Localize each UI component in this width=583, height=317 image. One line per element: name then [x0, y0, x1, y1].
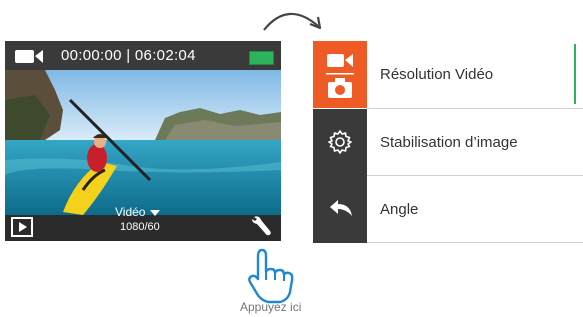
- menu-item-image-stabilization[interactable]: Stabilisation d’image: [313, 109, 583, 176]
- mode-dropdown[interactable]: Vidéo: [115, 205, 161, 219]
- divider: [367, 242, 583, 243]
- mode-label: Vidéo: [115, 205, 146, 219]
- menu-item-label: Stabilisation d’image: [380, 134, 518, 151]
- tap-hand-icon: [248, 248, 294, 304]
- recording-timer: 00:00:00 | 06:02:04: [61, 47, 196, 64]
- menu-tile: [313, 176, 367, 243]
- settings-menu: Résolution Vidéo Stabilisation d’image A…: [313, 41, 583, 243]
- control-bar: Vidéo 1080/60: [5, 205, 281, 241]
- caret-down-icon: [150, 209, 161, 216]
- tap-caption: Appuyez ici: [240, 300, 302, 314]
- playback-icon[interactable]: [11, 217, 33, 237]
- status-bar: 00:00:00 | 06:02:04: [5, 41, 281, 70]
- video-photo-icon: [326, 54, 354, 98]
- resolution-fps: 1080/60: [120, 221, 160, 233]
- wrench-icon[interactable]: [249, 213, 275, 239]
- back-arrow-icon: [330, 200, 352, 216]
- menu-tile: [313, 109, 367, 176]
- kayak-photo: [5, 70, 281, 215]
- battery-icon: [249, 51, 274, 65]
- curved-arrow-icon: [263, 12, 322, 31]
- menu-tile: [313, 41, 367, 108]
- menu-item-label: Angle: [380, 201, 419, 218]
- menu-item-video-resolution[interactable]: Résolution Vidéo: [313, 41, 583, 108]
- camera-preview-screen: 00:00:00 | 06:02:04 Vidéo 1080/60: [5, 41, 281, 241]
- menu-scrollbar[interactable]: [574, 44, 576, 104]
- menu-item-angle[interactable]: Angle: [313, 176, 583, 243]
- gear-icon: [328, 130, 352, 154]
- menu-item-label: Résolution Vidéo: [380, 66, 494, 83]
- video-camera-icon: [15, 50, 43, 63]
